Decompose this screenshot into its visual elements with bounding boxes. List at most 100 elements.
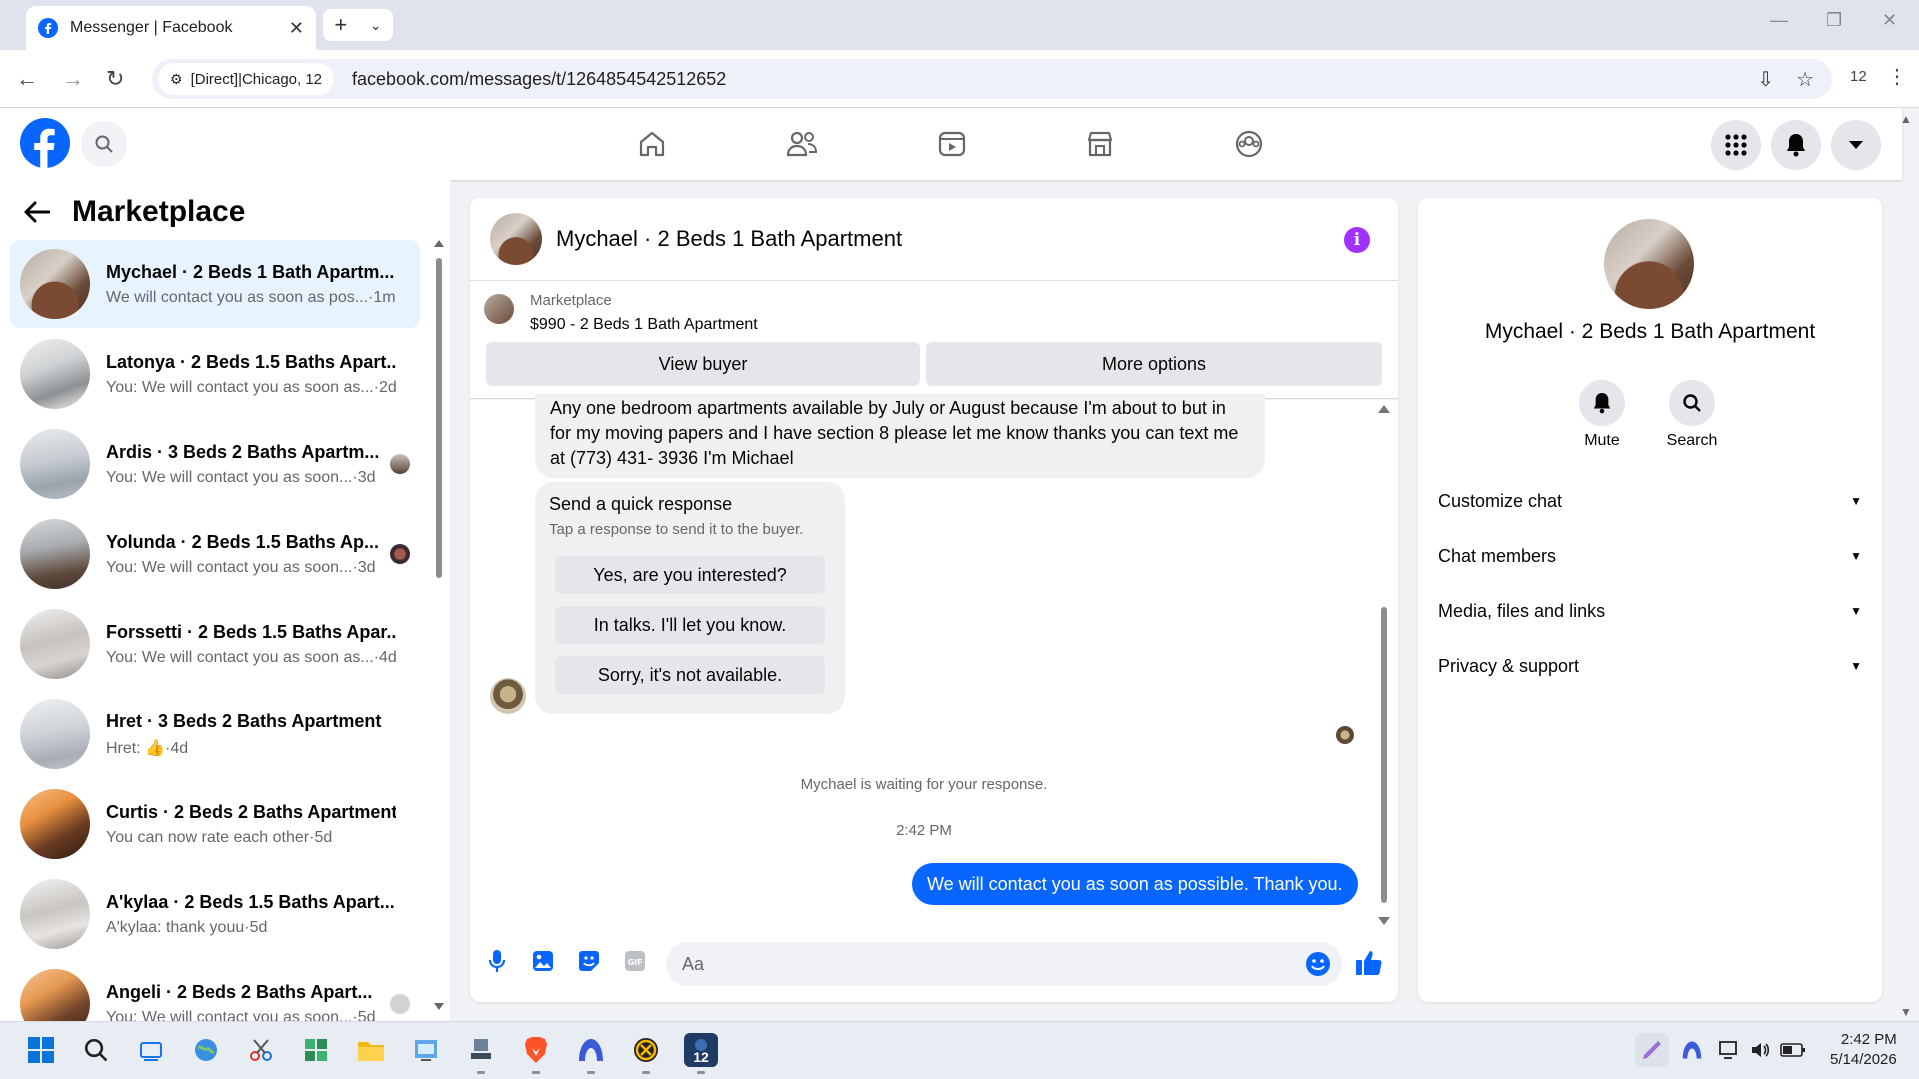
customize-chat-section[interactable]: Customize chat ▼ — [1438, 479, 1862, 523]
message-input[interactable] — [666, 942, 1342, 986]
new-tab-icon[interactable]: + — [334, 12, 347, 38]
facebook-favicon-icon — [38, 18, 58, 38]
nav-friends[interactable] — [782, 124, 822, 164]
taskbar-search[interactable] — [79, 1033, 113, 1067]
reload-icon[interactable]: ↻ — [106, 66, 124, 92]
vpn-tray-app[interactable] — [1675, 1033, 1709, 1067]
sender-avatar[interactable] — [490, 678, 526, 714]
pen-tray-app[interactable] — [1635, 1033, 1669, 1067]
conversation-item[interactable]: A'kylaa · 2 Beds 1.5 Baths Apart... A'kyl… — [10, 870, 420, 958]
conversation-item[interactable]: Mychael · 2 Beds 1 Bath Apartm... We will… — [10, 240, 420, 328]
gif-button[interactable]: GIF — [622, 948, 648, 974]
close-tab-icon[interactable]: ✕ — [289, 18, 304, 39]
video-icon — [938, 131, 966, 157]
battery-status[interactable] — [1776, 1033, 1810, 1067]
new-tab-group: + ⌄ — [323, 9, 393, 41]
network-app[interactable] — [464, 1033, 498, 1067]
brave-browser-app[interactable] — [519, 1033, 553, 1067]
address-bar[interactable]: ⚙ [Direct]|Chicago, 12 facebook.com/mess… — [152, 59, 1832, 99]
extensions-count[interactable]: 12 — [1850, 68, 1867, 85]
volume-status[interactable] — [1744, 1033, 1778, 1067]
avatar — [20, 249, 90, 319]
conversation-item[interactable]: Latonya · 2 Beds 1.5 Baths Apart... You: … — [10, 330, 420, 418]
start-button[interactable] — [24, 1033, 58, 1067]
conversation-item[interactable]: Forssetti · 2 Beds 1.5 Baths Apar... You:… — [10, 600, 420, 688]
chevron-down-icon: ▼ — [1850, 604, 1862, 618]
composer-actions: GIF — [484, 948, 648, 974]
nav-video[interactable] — [932, 124, 972, 164]
facebook-search-button[interactable] — [81, 121, 127, 167]
media-files-links-section[interactable]: Media, files and links ▼ — [1438, 589, 1862, 633]
site-info-chip[interactable]: ⚙ [Direct]|Chicago, 12 — [158, 63, 335, 95]
avatar — [20, 339, 90, 409]
conversation-preview: You: We will contact you as soon...·3d — [106, 468, 376, 486]
nav-groups[interactable] — [1229, 124, 1269, 164]
system-clock[interactable]: 2:42 PM 5/14/2026 — [1830, 1030, 1897, 1070]
avatar — [20, 879, 90, 949]
quick-reply-button[interactable]: Sorry, it's not available. — [555, 656, 825, 694]
control-panel-app[interactable] — [409, 1033, 443, 1067]
attach-photo-button[interactable] — [530, 948, 556, 974]
file-explorer-app[interactable] — [354, 1033, 388, 1067]
globe-app[interactable] — [189, 1033, 223, 1067]
quick-reply-button[interactable]: In talks. I'll let you know. — [555, 606, 825, 644]
widgets-app[interactable] — [299, 1033, 333, 1067]
search-in-chat-button[interactable] — [1669, 380, 1715, 426]
conversation-item[interactable]: Ardis · 3 Beds 2 Baths Apartm... You: We … — [10, 420, 420, 508]
badge-app[interactable]: 12 — [684, 1033, 718, 1067]
listing-price[interactable]: $990 - 2 Beds 1 Bath Apartment — [530, 316, 758, 334]
chat-header[interactable]: Mychael · 2 Beds 1 Bath Apartment — [490, 213, 902, 265]
like-button-icon[interactable] — [1354, 948, 1384, 978]
mute-button[interactable] — [1579, 380, 1625, 426]
conversation-item[interactable]: Yolunda · 2 Beds 1.5 Baths Ap... You: We … — [10, 510, 420, 598]
nav-home[interactable] — [632, 124, 672, 164]
privacy-support-section[interactable]: Privacy & support ▼ — [1438, 644, 1862, 688]
page-scroll-up-icon[interactable]: ▲ — [1900, 112, 1912, 126]
back-arrow-icon[interactable] — [24, 201, 50, 223]
emoji-icon[interactable] — [1305, 951, 1331, 977]
pen-icon — [1643, 1041, 1661, 1059]
page-scroll-down-icon[interactable]: ▼ — [1900, 1005, 1912, 1019]
image-icon — [533, 951, 553, 971]
microphone-button[interactable] — [484, 948, 510, 974]
more-options-button[interactable]: More options — [926, 342, 1382, 386]
back-icon[interactable]: ← — [16, 66, 38, 92]
conversation-item[interactable]: Hret · 3 Beds 2 Baths Apartment Hret: 👍·… — [10, 690, 420, 778]
view-buyer-button[interactable]: View buyer — [486, 342, 920, 386]
home-icon — [639, 131, 665, 157]
bookmark-star-icon[interactable]: ☆ — [1796, 67, 1814, 92]
snipping-tool-app[interactable] — [244, 1033, 278, 1067]
notifications-button[interactable] — [1771, 120, 1821, 170]
browser-tab[interactable]: Messenger | Facebook ✕ — [26, 6, 316, 50]
chat-members-section[interactable]: Chat members ▼ — [1438, 534, 1862, 578]
minimize-icon[interactable]: — — [1770, 10, 1788, 31]
conversation-item[interactable]: Curtis · 2 Beds 2 Baths Apartment You can… — [10, 780, 420, 868]
network-status[interactable] — [1712, 1033, 1746, 1067]
menu-button[interactable] — [1711, 120, 1761, 170]
install-app-icon[interactable]: ⇩ — [1757, 67, 1774, 92]
url-text[interactable]: facebook.com/messages/t/1264854542512652 — [352, 69, 1757, 90]
sticker-button[interactable] — [576, 948, 602, 974]
nav-marketplace[interactable] — [1080, 124, 1120, 164]
browser-menu-icon[interactable]: ⋮ — [1887, 64, 1907, 89]
sticker-icon — [579, 951, 599, 971]
conversation-list-scrollbar[interactable] — [434, 240, 444, 1010]
account-button[interactable] — [1831, 120, 1881, 170]
restore-icon[interactable]: ❐ — [1826, 10, 1842, 31]
task-view-app[interactable] — [134, 1033, 168, 1067]
quick-reply-button[interactable]: Yes, are you interested? — [555, 556, 825, 594]
search-icon — [95, 135, 113, 153]
forward-icon[interactable]: → — [62, 66, 84, 92]
info-icon[interactable]: i — [1344, 227, 1370, 253]
taskbar — [0, 1021, 1919, 1079]
facebook-logo-icon[interactable] — [20, 118, 70, 168]
incoming-message: Any one bedroom apartments available by … — [535, 394, 1265, 478]
tab-list-icon[interactable]: ⌄ — [370, 17, 382, 34]
ixbrowser-app[interactable] — [629, 1033, 663, 1067]
chat-scrollbar[interactable] — [1378, 405, 1390, 925]
close-window-icon[interactable]: ✕ — [1882, 10, 1897, 31]
avatar[interactable] — [1604, 219, 1694, 309]
avatar — [20, 789, 90, 859]
vpn-app[interactable] — [574, 1033, 608, 1067]
tune-icon: ⚙ — [170, 70, 183, 87]
